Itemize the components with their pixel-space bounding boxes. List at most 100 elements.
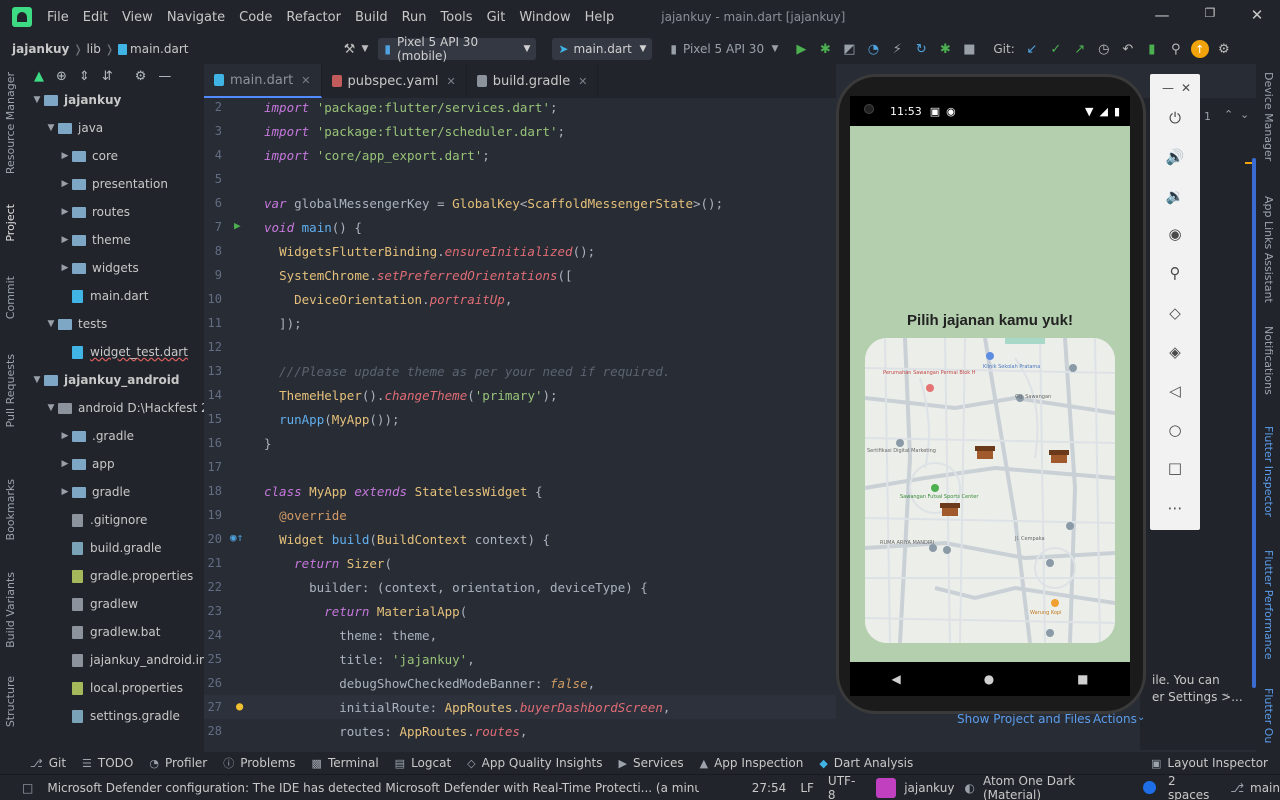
- code-line[interactable]: 14 ThemeHelper().changeTheme('primary');: [204, 383, 836, 407]
- breadcrumb-file[interactable]: main.dart: [130, 42, 188, 56]
- code-line[interactable]: 13 ///Please update theme as per your ne…: [204, 359, 836, 383]
- pull-requests-tab[interactable]: Pull Requests: [4, 354, 17, 427]
- restore-icon[interactable]: ❐: [1200, 6, 1220, 20]
- chevron-right-icon[interactable]: ▶: [58, 235, 72, 245]
- code-line[interactable]: 20 ◉↑ Widget build(BuildContext context) …: [204, 527, 836, 551]
- git-update-icon[interactable]: ↙: [1023, 40, 1041, 58]
- coverage-icon[interactable]: ◩: [840, 40, 858, 58]
- code-line[interactable]: 21 return Sizer(: [204, 551, 836, 575]
- chevron-right-icon[interactable]: ▶: [58, 151, 72, 161]
- status-message[interactable]: Microsoft Defender configuration: The ID…: [47, 781, 698, 795]
- tree-item[interactable]: ▶ theme: [58, 228, 131, 252]
- caret-position[interactable]: 27:54: [752, 781, 787, 795]
- tree-item[interactable]: gradlew: [58, 592, 138, 616]
- power-icon[interactable]: ⏻: [1163, 106, 1187, 130]
- tool-app-inspection[interactable]: ▲ App Inspection: [700, 756, 804, 770]
- home-icon[interactable]: ●: [984, 672, 994, 686]
- close-icon[interactable]: ✕: [578, 75, 587, 88]
- indent-setting[interactable]: 2 spaces: [1168, 774, 1220, 800]
- tree-item[interactable]: ▶ presentation: [58, 172, 168, 196]
- code-line[interactable]: 17: [204, 455, 836, 479]
- chevron-down-icon[interactable]: ▼: [361, 44, 368, 54]
- tool-git[interactable]: ⎇ Git: [30, 756, 66, 770]
- tool-profiler[interactable]: ◔ Profiler: [149, 756, 207, 770]
- run-icon[interactable]: ▶: [792, 40, 810, 58]
- rotate-right-icon[interactable]: ◈: [1163, 340, 1187, 364]
- close-icon[interactable]: ✕: [1174, 76, 1198, 100]
- collapse-all-icon[interactable]: ⇵: [102, 69, 113, 84]
- chevron-down-icon[interactable]: ▼: [44, 123, 58, 133]
- code-line[interactable]: 15 runApp(MyApp());: [204, 407, 836, 431]
- menu-navigate[interactable]: Navigate: [160, 10, 232, 25]
- theme-name[interactable]: Atom One Dark (Material): [983, 774, 1135, 800]
- running-device-selector[interactable]: ▮ Pixel 5 API 30 ▼: [664, 38, 784, 60]
- lightbulb-icon[interactable]: ●: [236, 699, 243, 713]
- tool-services[interactable]: ▶ Services: [619, 756, 684, 770]
- tree-item[interactable]: ▶ widgets: [58, 256, 139, 280]
- tree-item[interactable]: main.dart: [58, 284, 148, 308]
- gear-icon[interactable]: ⚙: [135, 69, 147, 84]
- tab-pubspec-yaml[interactable]: pubspec.yaml ✕: [322, 64, 467, 98]
- code-line[interactable]: 12: [204, 335, 836, 359]
- chevron-up-icon[interactable]: ⌃: [1224, 108, 1233, 121]
- menu-refactor[interactable]: Refactor: [279, 10, 348, 25]
- code-line[interactable]: 3 import 'package:flutter/scheduler.dart'…: [204, 119, 836, 143]
- code-line[interactable]: 11 ]);: [204, 311, 836, 335]
- flutter-inspector-tab[interactable]: Flutter Inspector: [1262, 426, 1275, 517]
- flutter-performance-tab[interactable]: Flutter Performance: [1262, 550, 1275, 659]
- build-variants-tab[interactable]: Build Variants: [4, 572, 17, 648]
- commit-tab[interactable]: Commit: [4, 276, 17, 319]
- home-icon[interactable]: ○: [1163, 418, 1187, 442]
- hammer-icon[interactable]: ⚒: [340, 40, 358, 58]
- breadcrumb-project[interactable]: jajankuy: [12, 42, 69, 56]
- window-toggle-icon[interactable]: □: [22, 781, 33, 795]
- locate-icon[interactable]: ⊕: [56, 69, 67, 84]
- show-project-files-link[interactable]: Show Project and Files: [957, 712, 1091, 726]
- menu-tools[interactable]: Tools: [434, 10, 480, 25]
- debug-icon[interactable]: ✱: [816, 40, 834, 58]
- menu-window[interactable]: Window: [512, 10, 577, 25]
- line-separator[interactable]: LF: [800, 781, 814, 795]
- structure-tab[interactable]: Structure: [4, 676, 17, 727]
- volume-down-icon[interactable]: 🔉: [1163, 184, 1187, 208]
- chevron-down-icon[interactable]: ▼: [44, 403, 58, 413]
- chevron-down-icon[interactable]: ▼: [30, 95, 44, 105]
- code-line[interactable]: 5: [204, 167, 836, 191]
- chevron-right-icon[interactable]: ▶: [58, 263, 72, 273]
- menu-view[interactable]: View: [115, 10, 160, 25]
- code-line[interactable]: 24 theme: theme,: [204, 623, 836, 647]
- code-line[interactable]: 19 @override: [204, 503, 836, 527]
- tree-item[interactable]: widget_test.dart: [58, 340, 188, 364]
- tool-app-quality-insights[interactable]: ◇ App Quality Insights: [467, 756, 602, 770]
- zoom-icon[interactable]: ⚲: [1163, 261, 1187, 285]
- menu-file[interactable]: File: [40, 10, 76, 25]
- tree-item[interactable]: ▶ routes: [58, 200, 130, 224]
- more-icon[interactable]: ⋯: [1163, 496, 1187, 520]
- close-window-icon[interactable]: ✕: [1247, 6, 1267, 24]
- map-view[interactable]: Perumahan Sawangan Permai Blok H Klinik …: [865, 338, 1115, 643]
- bookmarks-tab[interactable]: Bookmarks: [4, 479, 17, 540]
- menu-help[interactable]: Help: [578, 10, 622, 25]
- tab-build-gradle[interactable]: build.gradle ✕: [467, 64, 599, 98]
- flutter-outline-tab[interactable]: Flutter Ou: [1262, 688, 1275, 743]
- menu-run[interactable]: Run: [395, 10, 434, 25]
- device-manager-tab[interactable]: Device Manager: [1262, 72, 1275, 161]
- code-line[interactable]: 23 return MaterialApp(: [204, 599, 836, 623]
- tree-item[interactable]: jajankuy_android.im: [58, 648, 204, 672]
- tool-problems[interactable]: ⓘ Problems: [223, 755, 295, 771]
- breadcrumb-lib[interactable]: lib: [87, 42, 101, 56]
- run-config-selector[interactable]: ➤ main.dart ▼: [552, 38, 653, 60]
- chevron-right-icon[interactable]: ▶: [58, 431, 72, 441]
- code-line[interactable]: 8 WidgetsFlutterBinding.ensureInitialize…: [204, 239, 836, 263]
- minimize-icon[interactable]: —: [1152, 6, 1172, 24]
- tree-item[interactable]: local.properties: [58, 676, 183, 700]
- chevron-down-icon[interactable]: ⌄: [1240, 108, 1249, 121]
- update-icon[interactable]: ↑: [1190, 40, 1209, 58]
- code-line[interactable]: 27 ● initialRoute: AppRoutes.buyerDashbor…: [204, 695, 836, 719]
- chevron-right-icon[interactable]: ▶: [58, 207, 72, 217]
- back-icon[interactable]: ◁: [1163, 379, 1187, 403]
- tree-item[interactable]: ▶ .gradle: [58, 424, 135, 448]
- actions-link[interactable]: Actions: [1093, 712, 1137, 726]
- device-manager-icon[interactable]: ▮: [1143, 40, 1161, 58]
- history-icon[interactable]: ◷: [1095, 40, 1113, 58]
